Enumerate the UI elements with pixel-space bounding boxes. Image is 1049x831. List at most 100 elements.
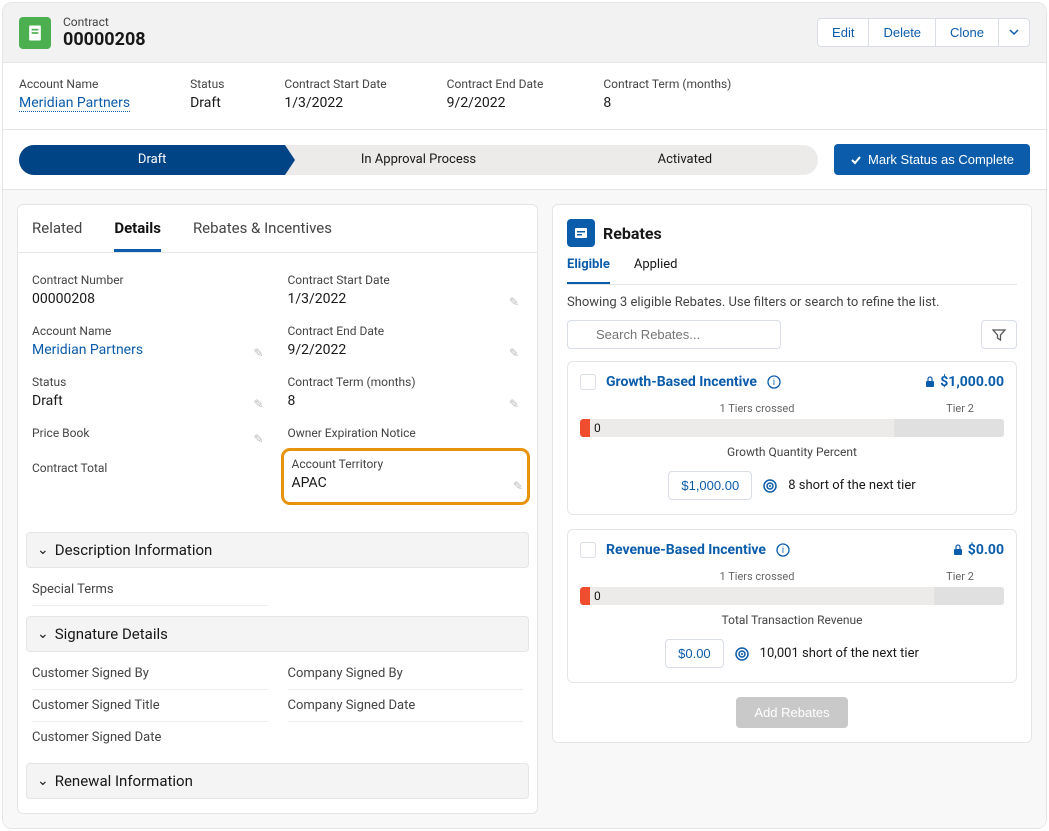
record-name: 00000208	[63, 29, 146, 50]
lock-icon	[952, 544, 964, 556]
section-description[interactable]: ⌄ Description Information	[26, 532, 529, 568]
rebate-amount: $0.00	[968, 542, 1004, 558]
info-icon[interactable]: i	[767, 375, 781, 389]
end-date-label-top: Contract End Date	[447, 77, 544, 91]
customer-signed-date-field: Customer Signed Date	[32, 722, 268, 753]
term-label-top: Contract Term (months)	[603, 77, 731, 91]
filter-button[interactable]	[981, 320, 1017, 349]
highlights-panel: Account Name Meridian Partners Status Dr…	[3, 63, 1046, 130]
rebates-tab-eligible[interactable]: Eligible	[567, 257, 610, 284]
start-date-value: 1/3/2022	[288, 291, 524, 307]
territory-value: APAC	[292, 475, 520, 491]
target-icon	[734, 646, 750, 662]
status-value-top: Draft	[190, 95, 224, 111]
search-rebates-input[interactable]	[567, 320, 781, 349]
term-value: 8	[288, 393, 524, 409]
svg-text:i: i	[773, 378, 775, 388]
header-actions: Edit Delete Clone	[818, 18, 1030, 47]
record-tabs: Related Details Rebates & Incentives	[18, 205, 537, 253]
metric-label: Total Transaction Revenue	[580, 613, 1004, 627]
edit-pencil-icon[interactable]: ✎	[509, 346, 519, 360]
account-name-label2: Account Name	[32, 324, 268, 338]
progress-bar: 0	[580, 587, 1004, 605]
short-of-tier-text: 10,001 short of the next tier	[760, 646, 919, 661]
tab-rebates-incentives[interactable]: Rebates & Incentives	[193, 219, 332, 252]
filter-icon	[992, 328, 1006, 342]
target-icon	[762, 478, 778, 494]
mark-complete-button[interactable]: Mark Status as Complete	[834, 144, 1030, 175]
contract-icon	[19, 17, 51, 49]
customer-signed-by-field: Customer Signed By	[32, 658, 268, 690]
contract-total-label: Contract Total	[32, 461, 268, 475]
payout-amount-button[interactable]: $1,000.00	[668, 471, 752, 500]
bar-value: 0	[590, 419, 894, 437]
info-icon[interactable]: i	[776, 543, 790, 557]
rebate-amount: $1,000.00	[940, 374, 1004, 390]
account-territory-field: Account Territory APAC ✎	[284, 451, 528, 502]
contract-number-value: 00000208	[32, 291, 268, 307]
end-date-value-top: 9/2/2022	[447, 95, 544, 111]
edit-button[interactable]: Edit	[817, 18, 869, 47]
end-date-value: 9/2/2022	[288, 342, 524, 358]
customer-signed-title-field: Customer Signed Title	[32, 690, 268, 722]
company-signed-by-field: Company Signed By	[288, 658, 524, 690]
start-date-label-top: Contract Start Date	[284, 77, 386, 91]
record-type-label: Contract	[63, 15, 146, 29]
term-value-top: 8	[603, 95, 731, 111]
rebates-icon	[567, 219, 595, 247]
tier2-label: Tier 2	[920, 570, 1000, 583]
chevron-down-icon	[1009, 27, 1019, 37]
add-rebates-button[interactable]: Add Rebates	[736, 697, 847, 728]
tab-details[interactable]: Details	[114, 219, 161, 252]
start-date-label: Contract Start Date	[288, 273, 524, 287]
chevron-down-icon: ⌄	[37, 773, 49, 789]
special-terms-field: Special Terms	[32, 574, 268, 606]
path-step-approval[interactable]: In Approval Process	[285, 145, 551, 175]
start-date-value-top: 1/3/2022	[284, 95, 386, 111]
rebate-title-link[interactable]: Revenue-Based Incentive	[606, 542, 766, 558]
check-icon	[850, 154, 862, 166]
rebates-title: Rebates	[603, 224, 662, 243]
status-label: Status	[32, 375, 268, 389]
account-name-link[interactable]: Meridian Partners	[19, 95, 130, 112]
progress-bar: 0	[580, 419, 1004, 437]
edit-pencil-icon[interactable]: ✎	[253, 432, 263, 446]
path-step-draft[interactable]: Draft	[19, 145, 285, 175]
rebates-summary-text: Showing 3 eligible Rebates. Use filters …	[567, 295, 1017, 310]
clone-button[interactable]: Clone	[935, 18, 999, 47]
account-name-link2[interactable]: Meridian Partners	[32, 342, 143, 358]
status-value: Draft	[32, 393, 268, 409]
account-name-label: Account Name	[19, 77, 130, 91]
price-book-label: Price Book	[32, 426, 268, 440]
end-date-label: Contract End Date	[288, 324, 524, 338]
more-actions-button[interactable]	[998, 18, 1030, 47]
status-label-top: Status	[190, 77, 224, 91]
contract-number-label: Contract Number	[32, 273, 268, 287]
lock-icon	[924, 376, 936, 388]
delete-button[interactable]: Delete	[868, 18, 936, 47]
edit-pencil-icon[interactable]: ✎	[513, 479, 523, 493]
rebate-card: Revenue-Based Incentive i $0.00 1 Tiers …	[567, 529, 1017, 683]
tier2-label: Tier 2	[920, 402, 1000, 415]
path-step-activated[interactable]: Activated	[552, 145, 818, 175]
short-of-tier-text: 8 short of the next tier	[788, 478, 915, 493]
edit-pencil-icon[interactable]: ✎	[253, 346, 263, 360]
rebate-checkbox[interactable]	[580, 542, 596, 558]
bar-value: 0	[590, 587, 934, 605]
section-signature[interactable]: ⌄ Signature Details	[26, 616, 529, 652]
rebate-checkbox[interactable]	[580, 374, 596, 390]
owner-exp-label: Owner Expiration Notice	[288, 426, 524, 440]
edit-pencil-icon[interactable]: ✎	[509, 295, 519, 309]
edit-pencil-icon[interactable]: ✎	[253, 397, 263, 411]
section-renewal[interactable]: ⌄ Renewal Information	[26, 763, 529, 799]
territory-label: Account Territory	[292, 457, 520, 471]
rebate-title-link[interactable]: Growth-Based Incentive	[606, 374, 757, 390]
rebates-tab-applied[interactable]: Applied	[634, 257, 678, 284]
edit-pencil-icon[interactable]: ✎	[509, 397, 519, 411]
rebate-card: Growth-Based Incentive i $1,000.00 1 Tie…	[567, 361, 1017, 515]
tab-related[interactable]: Related	[32, 219, 82, 252]
term-label: Contract Term (months)	[288, 375, 524, 389]
tiers-crossed-label: 1 Tiers crossed	[594, 402, 920, 415]
payout-amount-button[interactable]: $0.00	[665, 639, 724, 668]
tiers-crossed-label: 1 Tiers crossed	[594, 570, 920, 583]
